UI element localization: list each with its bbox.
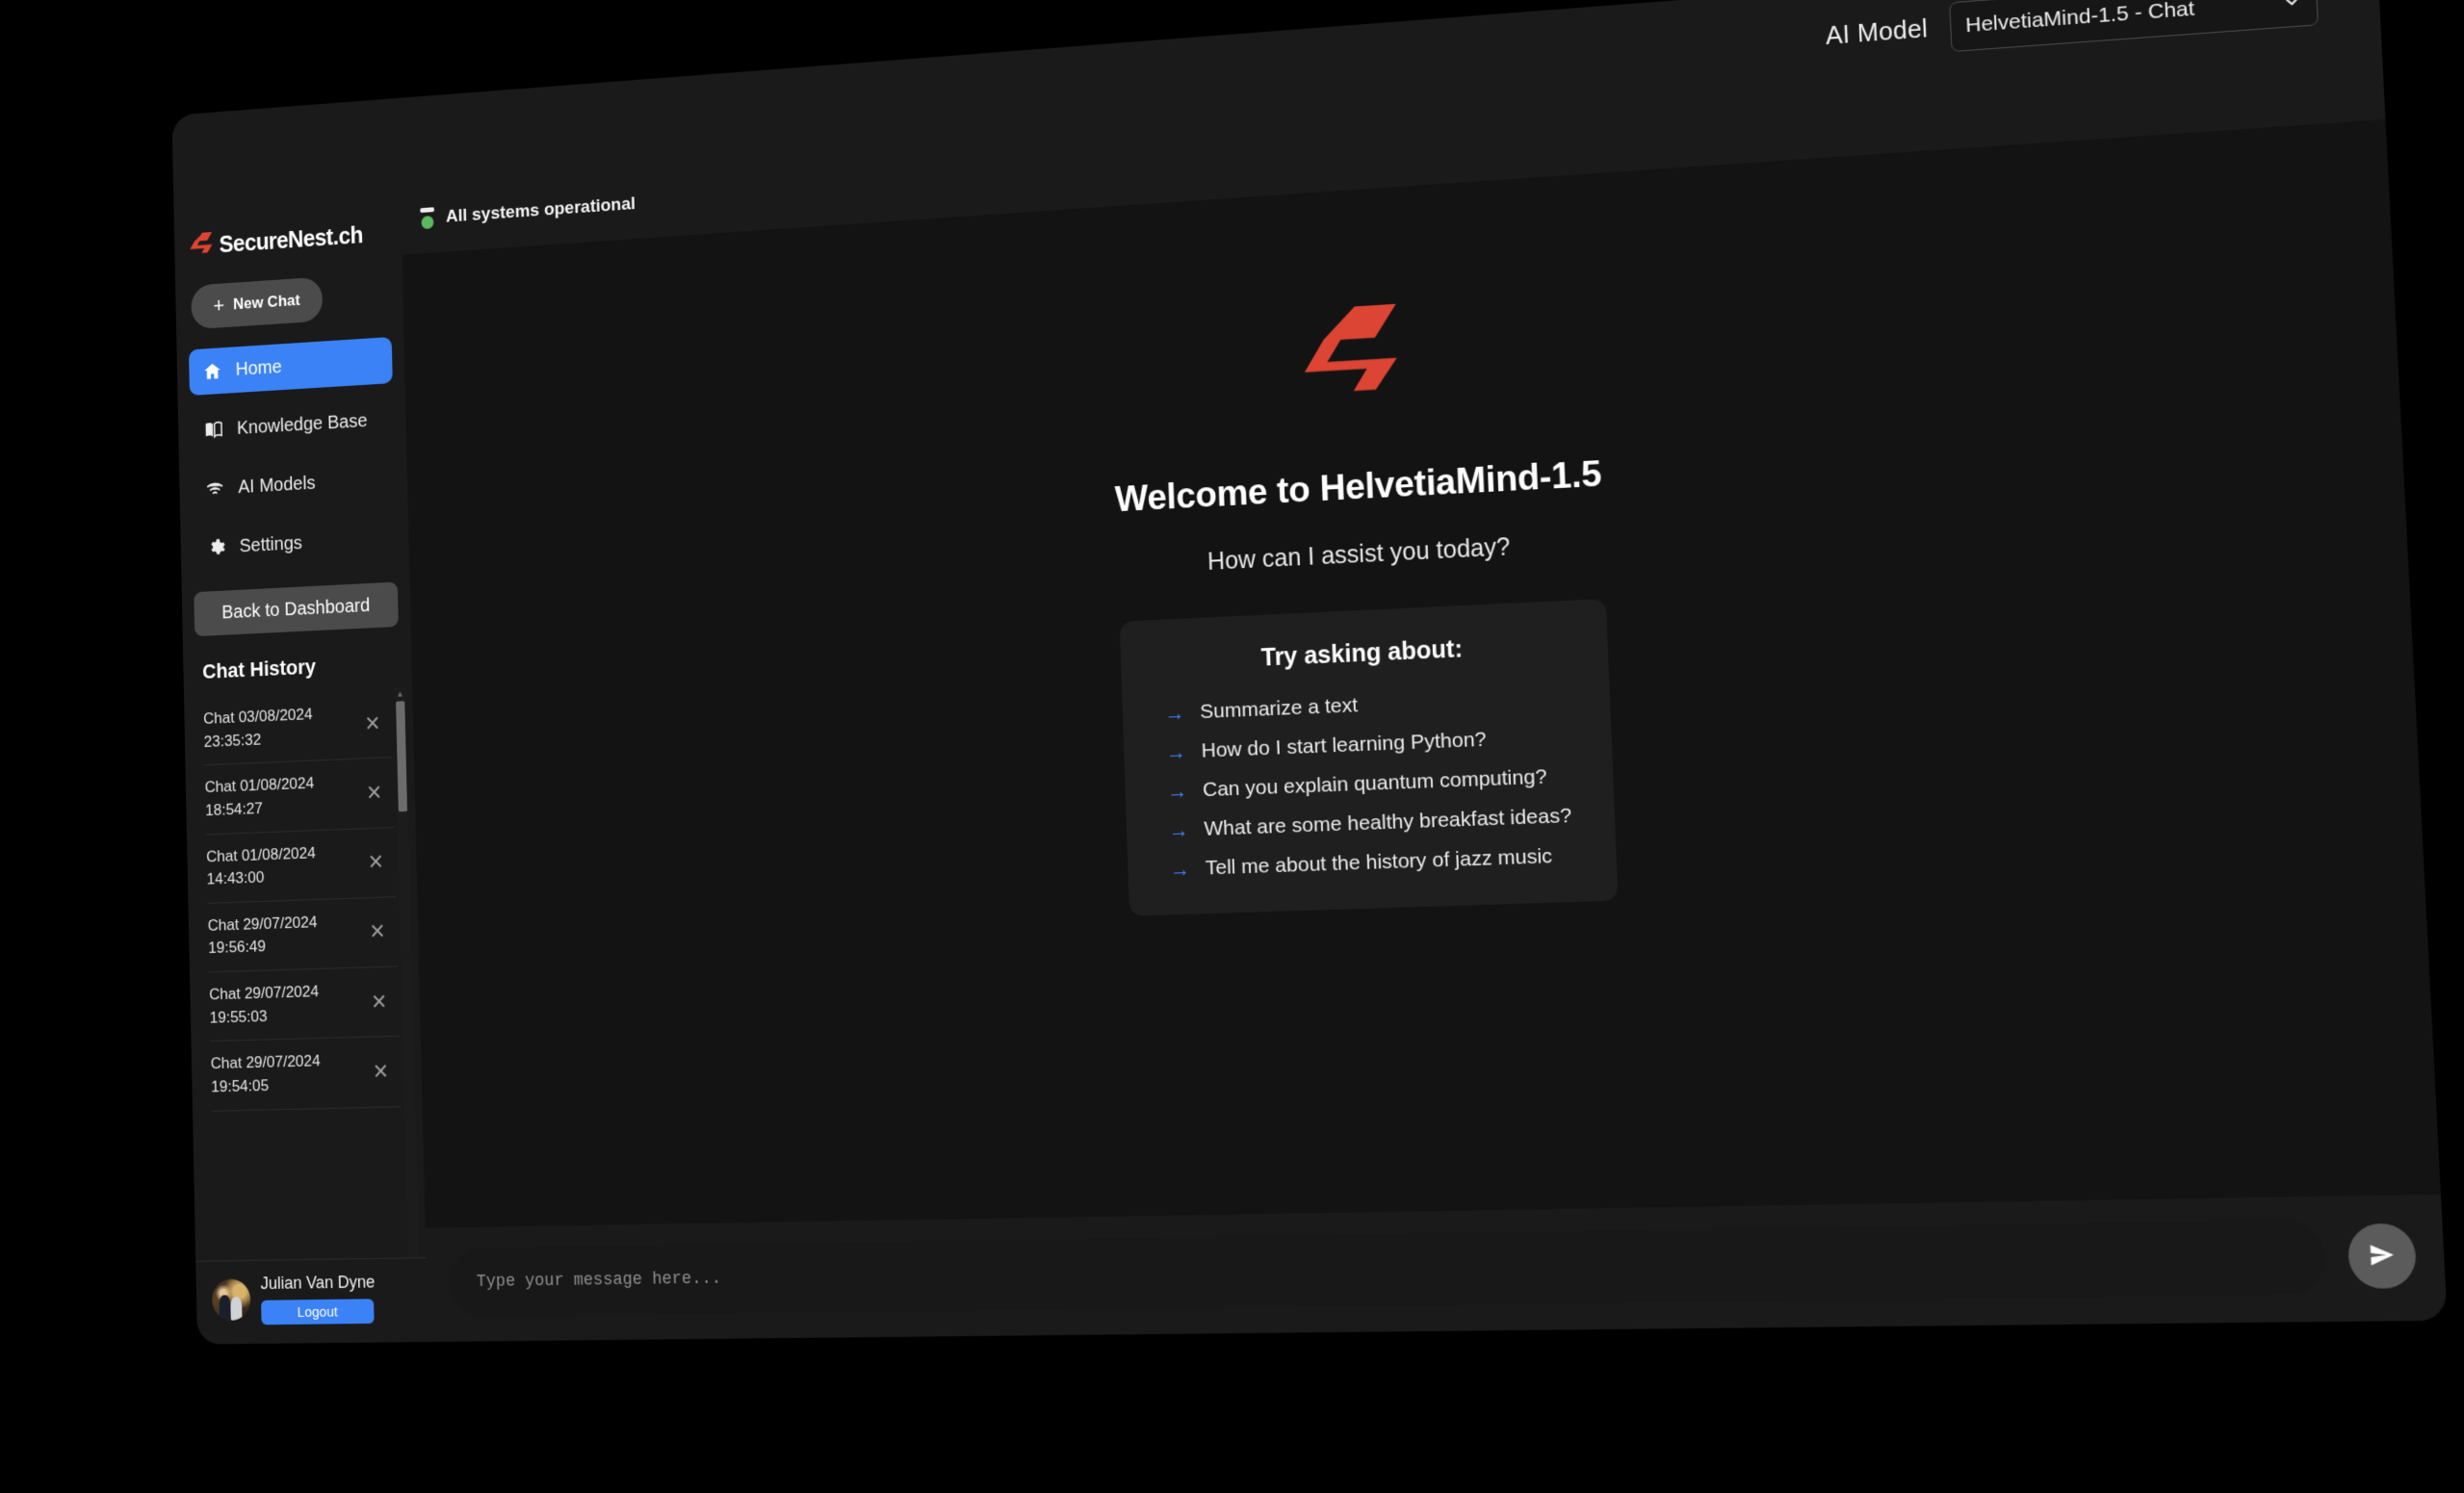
securenest-s-logo-icon	[190, 232, 213, 261]
logout-button[interactable]: Logout	[261, 1299, 375, 1326]
sidebar-item-home[interactable]: Home	[188, 336, 393, 396]
arrow-right-icon: →	[1165, 740, 1187, 764]
main-content: All systems operational Welcome to Helve…	[400, 43, 2448, 1343]
chevron-down-icon	[2282, 0, 2302, 12]
user-profile: Julian Van Dyne Logout	[195, 1257, 428, 1345]
sidebar-item-label-knowledge-base: Knowledge Base	[236, 410, 368, 439]
chat-history-item[interactable]: Chat 29/07/2024 19:55:03 ✕	[208, 966, 400, 1043]
chat-history-item-label: Chat 01/08/2024 18:54:27	[204, 774, 315, 820]
close-icon[interactable]: ✕	[367, 919, 388, 943]
sidebar: SecureNest.ch + New Chat Home Knowledge …	[173, 186, 428, 1345]
suggestion-label: Tell me about the history of jazz music	[1205, 844, 1553, 880]
new-chat-button[interactable]: + New Chat	[191, 276, 324, 330]
sidebar-item-ai-models[interactable]: AI Models	[192, 455, 396, 513]
send-button[interactable]	[2347, 1223, 2418, 1290]
chat-history-title: Chat History	[201, 655, 317, 683]
sidebar-item-label-ai-models: AI Models	[238, 472, 316, 498]
sidebar-item-label-settings: Settings	[239, 532, 303, 556]
sidebar-item-knowledge-base[interactable]: Knowledge Base	[190, 396, 394, 453]
chat-history-item-label: Chat 29/07/2024 19:55:03	[209, 982, 320, 1027]
chat-history-item[interactable]: Chat 29/07/2024 19:56:49 ✕	[207, 896, 399, 973]
suggestion-item[interactable]: → Can you explain quantum computing?	[1157, 764, 1579, 804]
brand-name: SecureNest.ch	[219, 221, 364, 258]
hero-securenest-logo-icon	[1298, 301, 1403, 426]
status-bar-glyph	[420, 207, 435, 214]
chat-history-item-label: Chat 03/08/2024 23:35:32	[203, 705, 313, 751]
close-icon[interactable]: ✕	[362, 711, 383, 735]
suggestions-title: Try asking about:	[1260, 634, 1464, 672]
chat-history-item-label: Chat 01/08/2024 14:43:00	[206, 843, 317, 888]
chat-history-item[interactable]: Chat 01/08/2024 14:43:00 ✕	[205, 827, 397, 904]
suggestion-item[interactable]: → Summarize a text	[1154, 684, 1576, 726]
back-to-dashboard-button[interactable]: Back to Dashboard	[194, 581, 399, 637]
chat-history-list: Chat 03/08/2024 23:35:32 ✕ Chat 01/08/20…	[202, 688, 402, 1112]
chat-history-scroll-area: Chat 03/08/2024 23:35:32 ✕ Chat 01/08/20…	[202, 687, 419, 1261]
arrow-right-icon: →	[1169, 858, 1191, 882]
sidebar-nav: Home Knowledge Base AI Models Settings	[177, 336, 410, 573]
suggestion-item[interactable]: → What are some healthy breakfast ideas?	[1158, 804, 1581, 842]
plus-icon: +	[213, 293, 225, 318]
server-status-icon	[420, 206, 436, 231]
close-icon[interactable]: ✕	[363, 781, 384, 805]
ai-model-selected-value: HelvetiaMind-1.5 - Chat	[1964, 0, 2195, 38]
welcome-title: Welcome to HelvetiaMind-1.5	[1114, 452, 1602, 520]
ai-model-select[interactable]: HelvetiaMind-1.5 - Chat	[1949, 0, 2320, 53]
chat-history-item[interactable]: Chat 29/07/2024 19:54:05 ✕	[210, 1037, 402, 1112]
close-icon[interactable]: ✕	[368, 990, 390, 1014]
status-dot	[421, 215, 434, 230]
chat-history-item[interactable]: Chat 03/08/2024 23:35:32 ✕	[202, 688, 393, 766]
arrow-right-icon: →	[1166, 780, 1188, 804]
avatar	[211, 1278, 251, 1321]
sidebar-item-label-home: Home	[235, 356, 282, 380]
welcome-subtitle: How can I assist you today?	[1206, 532, 1511, 576]
home-icon	[203, 361, 222, 382]
message-input[interactable]	[449, 1219, 2327, 1318]
suggestion-label: What are some healthy breakfast ideas?	[1204, 804, 1572, 840]
status-text: All systems operational	[445, 193, 636, 227]
app-window: AI Model HelvetiaMind-1.5 - Chat SecureN…	[171, 0, 2448, 1345]
suggestion-item[interactable]: → How do I start learning Python?	[1156, 724, 1578, 764]
scrollbar-thumb[interactable]	[396, 701, 408, 812]
perspective-stage: AI Model HelvetiaMind-1.5 - Chat SecureN…	[0, 0, 2464, 1493]
user-info: Julian Van Dyne Logout	[260, 1272, 415, 1326]
arrow-right-icon: →	[1168, 818, 1189, 842]
chat-history-item-label: Chat 29/07/2024 19:56:49	[207, 913, 318, 958]
chat-history-item[interactable]: Chat 01/08/2024 18:54:27 ✕	[204, 758, 395, 836]
new-chat-label: New Chat	[232, 291, 300, 314]
ai-model-label: AI Model	[1825, 14, 1929, 50]
close-icon[interactable]: ✕	[365, 850, 386, 874]
suggestion-item[interactable]: → Tell me about the history of jazz musi…	[1160, 844, 1583, 883]
suggestion-label: Can you explain quantum computing?	[1202, 765, 1547, 802]
suggestion-label: How do I start learning Python?	[1201, 728, 1488, 762]
send-icon	[2367, 1241, 2397, 1272]
suggestions-list: → Summarize a text → How do I start lear…	[1154, 684, 1583, 882]
chat-welcome-area: Welcome to HelvetiaMind-1.5 How can I as…	[402, 119, 2441, 1228]
app-body: SecureNest.ch + New Chat Home Knowledge …	[173, 43, 2448, 1345]
suggestion-label: Summarize a text	[1199, 693, 1359, 724]
signal-icon	[205, 478, 224, 500]
suggestions-card: Try asking about: → Summarize a text → H…	[1119, 599, 1619, 916]
sidebar-item-settings[interactable]: Settings	[193, 515, 397, 572]
chat-history-item-label: Chat 29/07/2024 19:54:05	[210, 1052, 321, 1096]
gear-icon	[206, 537, 225, 558]
scroll-up-arrow-icon[interactable]: ▲	[395, 688, 405, 700]
book-icon	[204, 420, 223, 441]
arrow-right-icon: →	[1164, 702, 1185, 726]
close-icon[interactable]: ✕	[370, 1060, 392, 1084]
user-name: Julian Van Dyne	[260, 1272, 376, 1293]
